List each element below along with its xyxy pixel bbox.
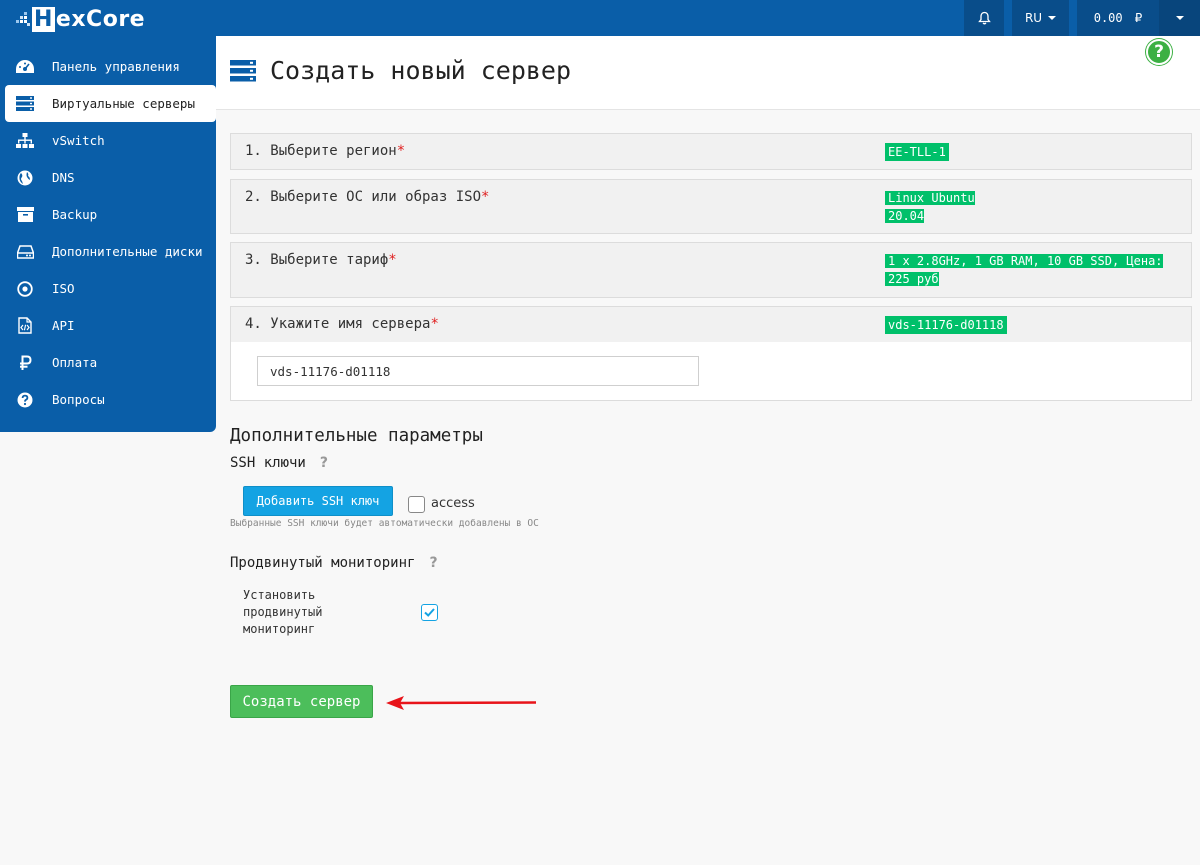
- chevron-down-icon: [1175, 16, 1184, 20]
- logo-wordmark: HexCore: [32, 6, 146, 32]
- step-region[interactable]: 1. Выберите регион* EE-TLL-1: [230, 133, 1192, 170]
- sidebar-item-backup[interactable]: Backup: [0, 196, 216, 233]
- step-value-badge: 1 x 2.8GHz, 1 GB RAM, 10 GB SSD, Цена: 2…: [885, 252, 1163, 288]
- sidebar-item-label: Виртуальные серверы: [52, 96, 195, 111]
- ssh-key-checkbox[interactable]: [408, 496, 425, 513]
- sidebar-item-dashboard[interactable]: Панель управления: [0, 48, 216, 85]
- sidebar-item-label: vSwitch: [52, 133, 105, 148]
- code-file-icon: [14, 316, 36, 336]
- sidebar-item-additional-disks[interactable]: Дополнительные диски: [0, 233, 216, 270]
- step-value-badge: vds-11176-d01118: [885, 316, 1007, 334]
- sidebar-item-label: DNS: [52, 170, 75, 185]
- sidebar-item-payment[interactable]: Оплата: [0, 344, 216, 381]
- question-icon: [14, 390, 36, 410]
- help-icon[interactable]: ?: [320, 455, 328, 471]
- server-name-input[interactable]: [257, 356, 699, 386]
- checkmark-icon: [424, 608, 435, 617]
- disc-icon: [14, 279, 36, 299]
- archive-icon: [14, 205, 36, 225]
- hexcore-logo[interactable]: HexCore: [16, 4, 145, 34]
- page-header: Создать новый сервер: [216, 36, 1200, 110]
- bell-icon: [977, 11, 991, 25]
- sidebar-item-label: Backup: [52, 207, 98, 222]
- sidebar-item-api[interactable]: API: [0, 307, 216, 344]
- sidebar-item-dns[interactable]: DNS: [0, 159, 216, 196]
- help-icon[interactable]: ?: [429, 555, 437, 571]
- step-value-badge: EE-TLL-1: [885, 143, 949, 161]
- servers-icon: [14, 94, 36, 114]
- server-name-panel: [230, 342, 1192, 401]
- step-label: 2. Выберите ОС или образ ISO*: [245, 189, 490, 205]
- notifications-button[interactable]: [964, 0, 1004, 36]
- servers-icon: [230, 60, 256, 82]
- account-menu-button[interactable]: [1159, 0, 1200, 36]
- sidebar-item-label: ISO: [52, 281, 75, 296]
- help-button[interactable]: ?: [1146, 39, 1172, 65]
- balance-value: 0.00: [1093, 11, 1123, 25]
- language-dropdown[interactable]: RU: [1012, 0, 1069, 36]
- sidebar-item-label: API: [52, 318, 75, 333]
- hdd-icon: [14, 242, 36, 262]
- step-tariff[interactable]: 3. Выберите тариф* 1 x 2.8GHz, 1 GB RAM,…: [230, 242, 1192, 298]
- step-label: 3. Выберите тариф*: [245, 252, 397, 268]
- ssh-key-label[interactable]: access: [431, 496, 475, 511]
- ruble-icon: [14, 353, 36, 373]
- balance-display[interactable]: 0.00 ₽: [1077, 0, 1159, 36]
- sidebar-item-virtual-servers[interactable]: Виртуальные серверы: [5, 85, 216, 122]
- help-label: ?: [1154, 42, 1164, 62]
- language-label: RU: [1024, 11, 1043, 25]
- install-monitoring-label: Установить продвинутый мониторинг: [243, 588, 323, 636]
- sidebar-item-vswitch[interactable]: vSwitch: [0, 122, 216, 159]
- red-arrow-annotation: [386, 696, 537, 710]
- step-value-badge: Linux Ubuntu 20.04: [885, 189, 975, 225]
- network-icon: [14, 131, 36, 151]
- step-label: 4. Укажите имя сервера*: [245, 316, 439, 332]
- step-server-name[interactable]: 4. Укажите имя сервера* vds-11176-d01118: [230, 306, 1192, 343]
- sidebar-item-label: Оплата: [52, 355, 98, 370]
- create-server-button[interactable]: Создать сервер: [230, 685, 373, 718]
- logo-pixel-icon: [16, 12, 30, 26]
- add-ssh-key-button[interactable]: Добавить SSH ключ: [243, 486, 393, 516]
- globe-icon: [14, 168, 36, 188]
- additional-params-title: Дополнительные параметры: [230, 426, 483, 446]
- dashboard-icon: [14, 57, 36, 77]
- step-os[interactable]: 2. Выберите ОС или образ ISO* Linux Ubun…: [230, 179, 1192, 234]
- page-title: Создать новый сервер: [270, 56, 572, 85]
- ssh-hint-text: Выбранные SSH ключи будет автоматически …: [230, 518, 539, 529]
- sidebar-item-label: Панель управления: [52, 59, 180, 74]
- sidebar-item-label: Дополнительные диски: [52, 244, 203, 259]
- chevron-down-icon: [1048, 16, 1057, 20]
- ssh-keys-title: SSH ключи?: [230, 455, 328, 471]
- sidebar-item-questions[interactable]: Вопросы: [0, 381, 216, 418]
- top-bar: HexCore RU 0.00 ₽: [0, 0, 1200, 36]
- monitoring-title: Продвинутый мониторинг?: [230, 555, 438, 571]
- sidebar-item-label: Вопросы: [52, 392, 105, 407]
- currency-symbol: ₽: [1134, 11, 1143, 25]
- step-label: 1. Выберите регион*: [245, 143, 406, 159]
- monitoring-checkbox[interactable]: [421, 604, 438, 621]
- sidebar: Панель управления Виртуальные серверы vS…: [0, 36, 216, 432]
- sidebar-item-iso[interactable]: ISO: [0, 270, 216, 307]
